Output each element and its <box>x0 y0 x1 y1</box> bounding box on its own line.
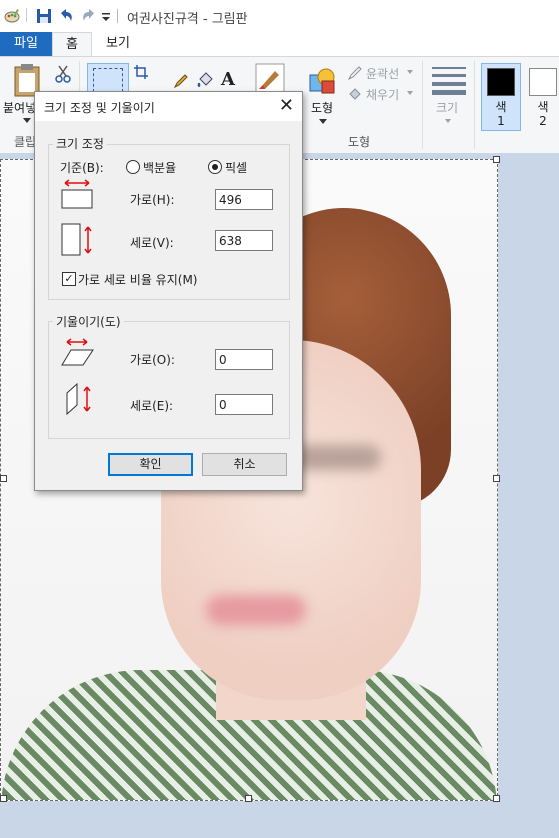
save-icon[interactable] <box>35 7 53 25</box>
size-button[interactable]: 크기 <box>436 99 458 116</box>
pixel-radio[interactable] <box>208 160 222 174</box>
keep-ratio-label[interactable]: 가로 세로 비율 유지(M) <box>78 271 197 288</box>
skew-horizontal-label: 가로(O): <box>130 353 175 367</box>
tab-home[interactable]: 홈 <box>52 32 92 56</box>
select-icon <box>93 68 123 92</box>
brushes-icon[interactable] <box>255 63 285 93</box>
dialog-title-bar: 크기 조정 및 기울이기 ✕ <box>35 92 302 121</box>
color2-label-line1: 색 <box>537 100 549 114</box>
resize-vertical-label: 세로(V): <box>130 236 174 250</box>
paste-button[interactable]: 붙여넣 <box>3 99 36 116</box>
skew-legend: 기울이기(도) <box>53 313 124 330</box>
shapes-dropdown-icon[interactable] <box>319 119 327 125</box>
color2-label: 색 2 <box>524 100 559 128</box>
outline-icon[interactable] <box>348 66 362 80</box>
resize-vertical-icon <box>61 223 92 256</box>
shapes-group-label: 도형 <box>348 135 371 149</box>
canvas-handle[interactable] <box>0 795 7 802</box>
resize-horizontal-label: 가로(H): <box>130 193 175 207</box>
ribbon-separator <box>422 61 423 149</box>
fill-icon[interactable] <box>348 87 362 101</box>
resize-horizontal-icon <box>61 179 93 209</box>
canvas-handle[interactable] <box>245 795 252 802</box>
color2-button[interactable]: 색 2 <box>523 63 559 131</box>
basis-label: 기준(B): <box>60 161 104 175</box>
canvas-handle[interactable] <box>493 475 500 482</box>
ribbon-tabs: 파일 홈 보기 <box>0 32 559 56</box>
fill-dropdown-icon[interactable] <box>407 91 413 96</box>
resize-horizontal-input[interactable]: 496 <box>215 189 273 210</box>
tab-view[interactable]: 보기 <box>94 32 142 56</box>
skew-horizontal-icon <box>61 338 94 366</box>
canvas-resize-handle[interactable] <box>493 795 500 802</box>
color1-label: 색 1 <box>482 100 520 128</box>
size-dropdown-icon[interactable] <box>445 119 451 124</box>
keep-ratio-checkbox[interactable]: ✓ <box>62 272 76 286</box>
canvas-handle[interactable] <box>0 475 7 482</box>
customize-toolbar-icon[interactable] <box>100 7 112 25</box>
undo-icon[interactable] <box>57 7 75 25</box>
skew-vertical-input[interactable]: 0 <box>215 394 273 415</box>
size-icon[interactable] <box>432 65 466 95</box>
shapes-icon[interactable] <box>308 65 338 95</box>
close-icon[interactable]: ✕ <box>279 95 294 116</box>
color1-label-line1: 색 <box>495 100 507 114</box>
qa-separator <box>26 8 27 22</box>
resize-skew-dialog: 크기 조정 및 기울이기 ✕ 크기 조정 기준(B): 백분율 픽셀 가로(H)… <box>34 91 303 491</box>
window-title: 여권사진규격 - 그림판 <box>127 12 248 27</box>
title-bar: 여권사진규격 - 그림판 <box>0 0 559 32</box>
resize-vertical-input[interactable]: 638 <box>215 230 273 251</box>
skew-vertical-icon <box>66 383 91 415</box>
fill-bucket-icon[interactable] <box>196 71 214 89</box>
redo-icon[interactable] <box>80 7 98 25</box>
title-separator <box>117 9 118 23</box>
color2-swatch <box>529 68 557 96</box>
pencil-icon[interactable] <box>173 73 189 89</box>
text-tool-icon[interactable]: A <box>221 69 235 90</box>
paint-app-icon <box>4 9 20 23</box>
outline-button[interactable]: 윤곽선 <box>366 65 399 82</box>
color1-label-line2: 1 <box>497 114 505 128</box>
outline-dropdown-icon[interactable] <box>407 70 413 75</box>
color1-swatch <box>487 68 515 96</box>
cut-icon[interactable] <box>55 65 71 83</box>
photo-eyes <box>291 445 381 470</box>
percent-label[interactable]: 백분율 <box>143 159 176 176</box>
paste-dropdown-icon[interactable] <box>23 118 31 124</box>
skew-horizontal-input[interactable]: 0 <box>215 349 273 370</box>
dialog-title: 크기 조정 및 기울이기 <box>44 101 155 115</box>
crop-icon[interactable] <box>134 65 148 79</box>
percent-radio[interactable] <box>126 160 140 174</box>
fill-button[interactable]: 채우기 <box>366 86 399 103</box>
resize-legend: 크기 조정 <box>53 135 107 152</box>
cancel-button[interactable]: 취소 <box>202 453 287 476</box>
clipboard-group-label: 클립 <box>14 135 37 149</box>
skew-vertical-label: 세로(E): <box>130 399 174 413</box>
color1-button[interactable]: 색 1 <box>481 63 521 131</box>
canvas-handle[interactable] <box>493 156 500 163</box>
pixel-label[interactable]: 픽셀 <box>225 159 247 176</box>
ok-button[interactable]: 확인 <box>108 453 193 476</box>
ribbon-separator <box>474 61 475 149</box>
photo-lips <box>206 595 306 625</box>
shapes-button[interactable]: 도형 <box>311 99 333 116</box>
color2-label-line2: 2 <box>539 114 547 128</box>
tab-file[interactable]: 파일 <box>0 32 52 56</box>
